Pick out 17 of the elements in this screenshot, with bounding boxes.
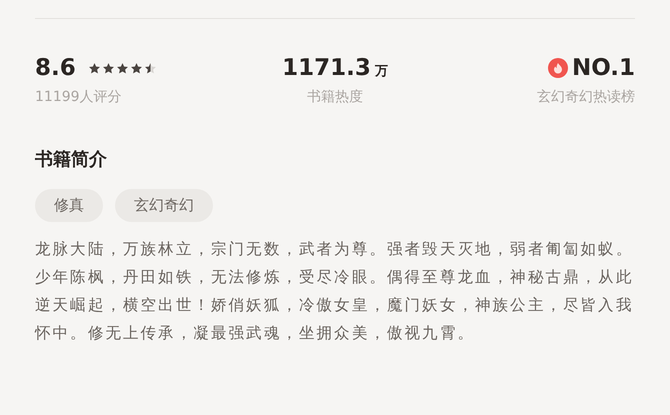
stat-caption: 玄幻奇幻热读榜	[537, 88, 635, 107]
stat-value: NO.1	[572, 56, 635, 80]
section-title: 书籍简介	[35, 148, 107, 172]
stat-unit: 万	[374, 62, 388, 80]
book-synopsis: 龙脉大陆，万族林立，宗门无数，武者为尊。强者毁天灭地，弱者匍匐如蚁。少年陈枫，丹田如铁，无法修炼，受尽冷眼。偶得至尊龙血，神秘古鼎，从此逆天崛起，横空出世！娇俏妖狐，冷傲女皇，魔门妖女，神族公主，尽皆入我怀中。修无上传承，凝最强武魂，坐拥众美，傲视九霄。	[35, 239, 634, 344]
stat-value: 8.6	[35, 56, 76, 80]
tag-chip[interactable]: 玄幻奇幻	[115, 189, 213, 222]
star-icon	[144, 62, 157, 74]
star-icon	[130, 62, 143, 74]
stat-caption: 书籍热度	[307, 88, 363, 107]
stat-value: 1171.3	[282, 56, 371, 80]
star-icon	[102, 62, 115, 74]
star-icon	[88, 62, 101, 74]
star-icon	[116, 62, 129, 74]
stat-caption: 11199人评分	[35, 88, 122, 107]
tag-chip[interactable]: 修真	[35, 189, 103, 222]
flame-badge-icon	[548, 58, 568, 78]
